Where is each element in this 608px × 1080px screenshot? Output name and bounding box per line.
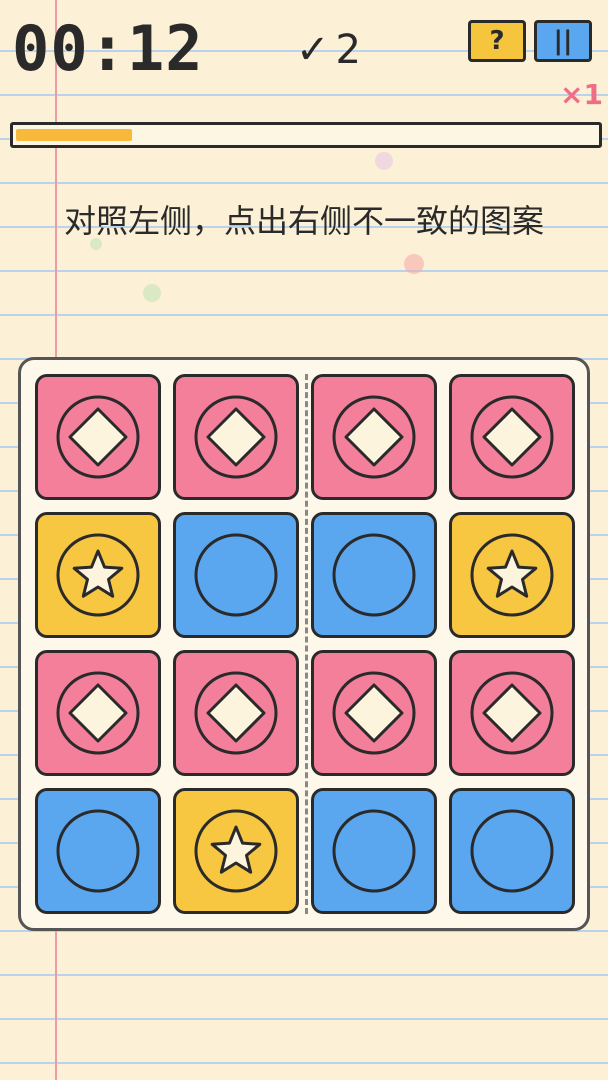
pattern-tile-r4c1[interactable] [35,788,161,914]
decor-dot [375,152,393,170]
time-progress-bar [10,122,602,148]
pattern-tile-r1c4[interactable] [449,374,575,500]
timer: 00:12 [12,12,204,85]
pattern-tile-r3c2[interactable] [173,650,299,776]
pattern-tile-r3c4[interactable] [449,650,575,776]
pattern-tile-r1c1[interactable] [35,374,161,500]
instruction-text: 对照左侧，点出右侧不一致的图案 [63,202,544,240]
star-in-circle-icon [56,533,140,617]
diamond-in-circle-icon [56,671,140,755]
star-in-circle-icon [194,809,278,893]
score-display: ✓ 2 [296,26,361,74]
circle-icon [332,809,416,893]
pattern-tile-r4c4[interactable] [449,788,575,914]
decor-dot [143,284,161,302]
circle-icon [470,809,554,893]
pattern-tile-r3c3[interactable] [311,650,437,776]
diamond-in-circle-icon [470,671,554,755]
pattern-tile-r1c2[interactable] [173,374,299,500]
help-button[interactable]: ? [468,20,526,62]
circle-icon [194,533,278,617]
pattern-tile-r3c1[interactable] [35,650,161,776]
pattern-tile-r1c3[interactable] [311,374,437,500]
multiplier-badge: ×1 [560,78,603,111]
pattern-tile-r2c4[interactable] [449,512,575,638]
question-icon: ? [489,26,505,56]
pause-icon: || [553,26,573,56]
score-value: 2 [335,27,361,73]
pattern-tile-r2c1[interactable] [35,512,161,638]
pattern-tile-r4c2[interactable] [173,788,299,914]
check-icon: ✓ [296,27,330,73]
diamond-in-circle-icon [470,395,554,479]
decor-dot [404,254,424,274]
pattern-tile-r2c2[interactable] [173,512,299,638]
pattern-tile-r4c3[interactable] [311,788,437,914]
diamond-in-circle-icon [332,671,416,755]
diamond-in-circle-icon [332,395,416,479]
board-divider [305,374,308,914]
pattern-tile-r2c3[interactable] [311,512,437,638]
circle-icon [56,809,140,893]
game-board [18,357,590,931]
circle-icon [332,533,416,617]
time-progress-fill [16,129,132,141]
diamond-in-circle-icon [194,671,278,755]
diamond-in-circle-icon [56,395,140,479]
diamond-in-circle-icon [194,395,278,479]
pause-button[interactable]: || [534,20,592,62]
star-in-circle-icon [470,533,554,617]
